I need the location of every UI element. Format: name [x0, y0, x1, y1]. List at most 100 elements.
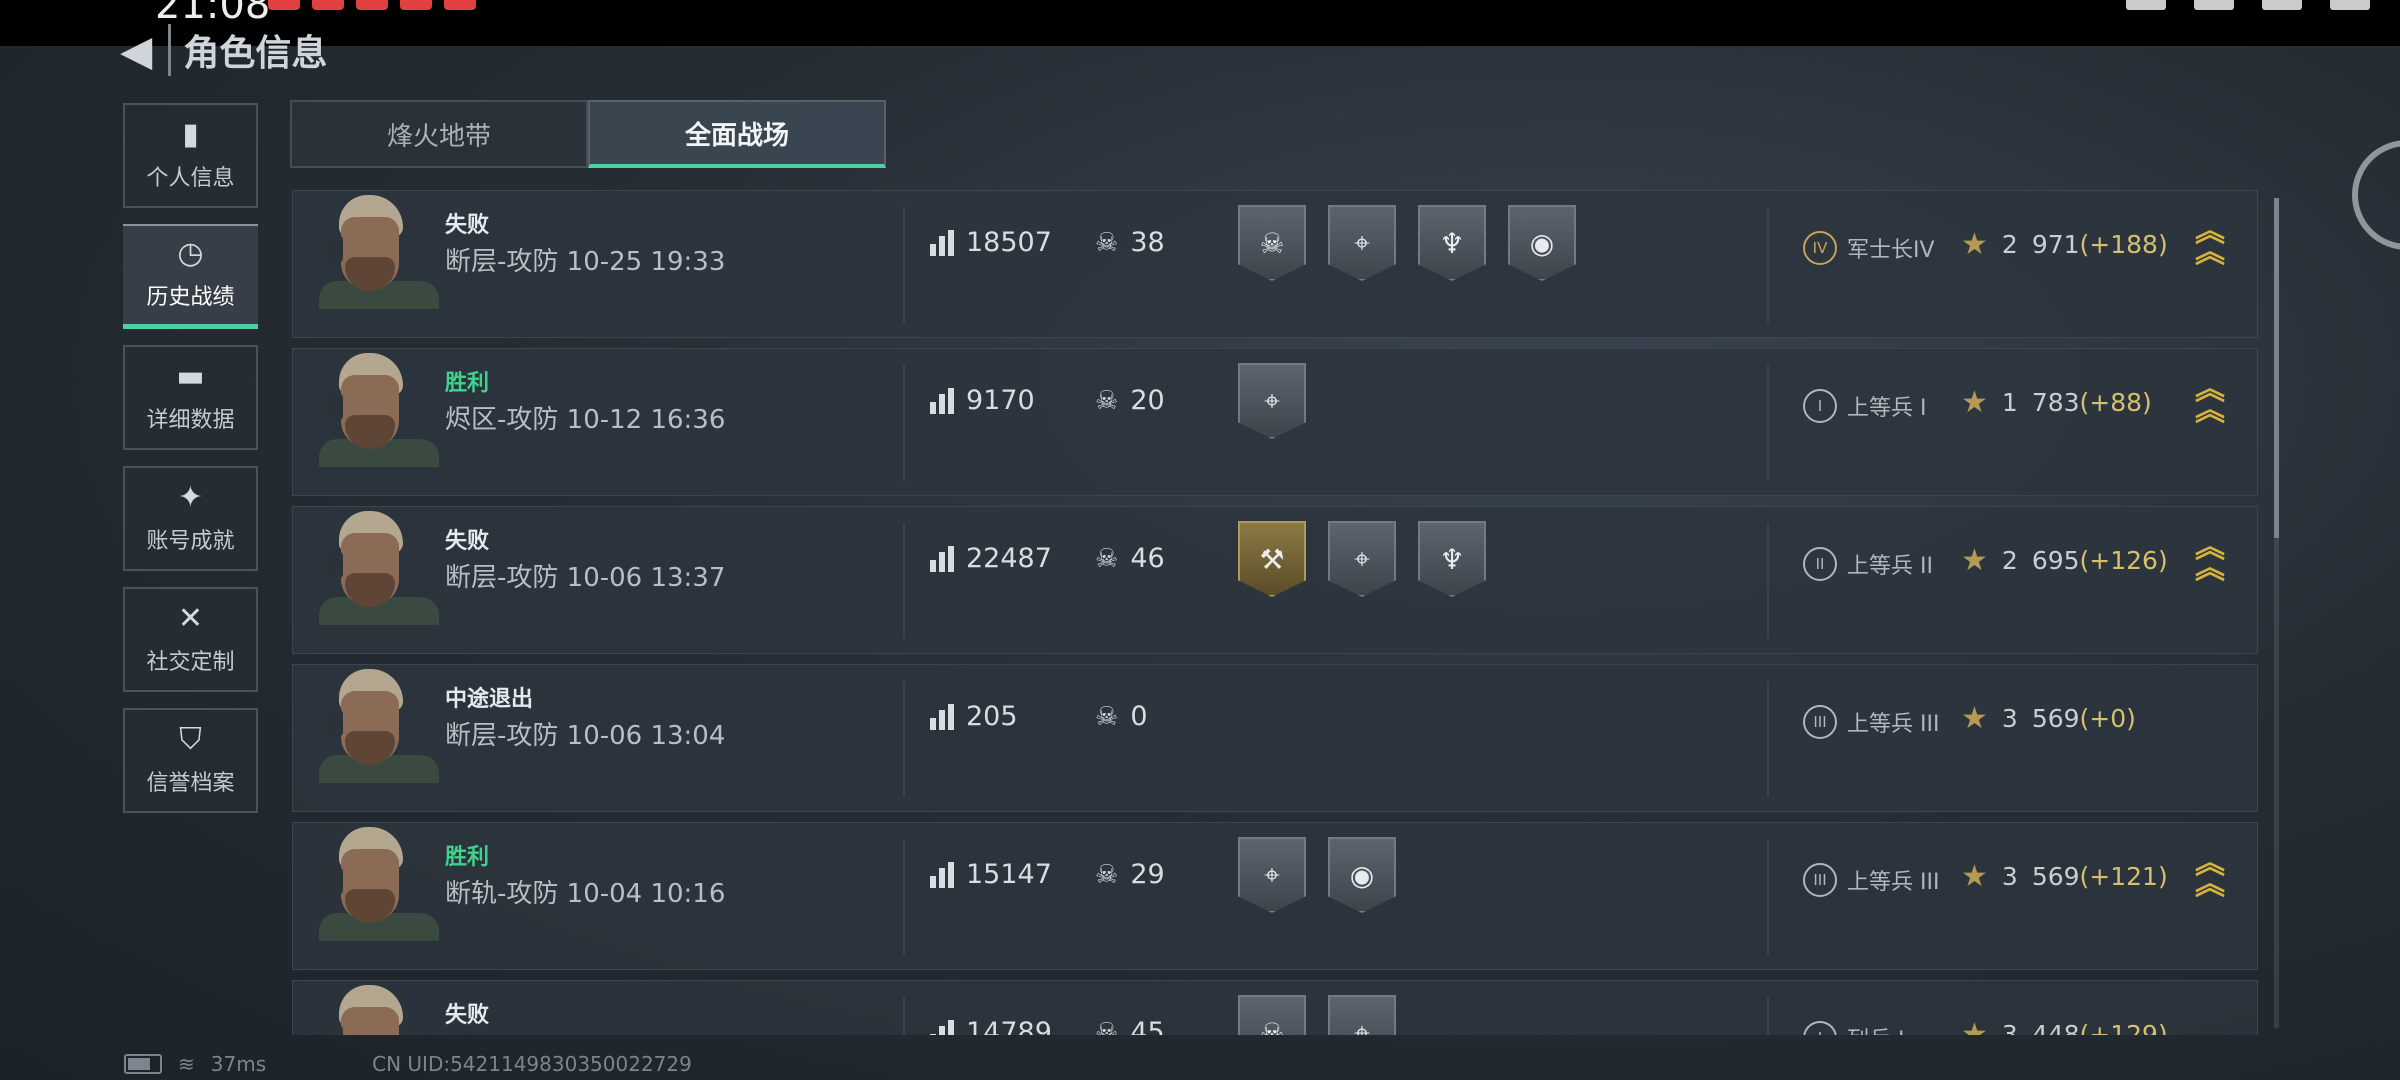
rifle-medal-icon[interactable]: ⌖: [1328, 521, 1396, 597]
medal-list: ⚒ ⌖ ♆: [1238, 521, 1486, 597]
row-divider: [903, 839, 905, 955]
score-bars-icon: [930, 1019, 954, 1035]
rifle-medal-icon[interactable]: ⌖: [1238, 837, 1306, 913]
score-bars-icon: [930, 545, 954, 572]
match-map-time: 烬区-攻防 10-12 16:36: [445, 405, 726, 435]
rank-points: ★ 3 569(+0): [1961, 701, 2136, 736]
tab-1[interactable]: 全面战场: [588, 100, 886, 168]
rank-badge-icon: III: [1803, 863, 1837, 897]
match-row[interactable]: 失败14789☠45☠⌖I列兵 I★3448(+129): [292, 980, 2258, 1035]
star-icon: ★: [1961, 701, 1988, 736]
score-bars-icon: [930, 861, 954, 888]
points-delta: (+188): [2079, 230, 2168, 259]
sidebar-item-2[interactable]: ▬ 详细数据: [123, 345, 258, 450]
achievement-icon: ✦: [177, 479, 204, 515]
star-count: 2: [2001, 230, 2018, 259]
rank-up-chevron-icon: ︽ ︽: [2195, 846, 2225, 902]
rifle-medal-icon[interactable]: ⌖: [1238, 363, 1306, 439]
kills-value: 29: [1130, 859, 1165, 890]
sidebar-item-5[interactable]: ⛉ 信誉档案: [123, 708, 258, 813]
skull-icon: ☠: [1095, 1017, 1119, 1036]
kills-value: 38: [1130, 227, 1165, 258]
match-kills: ☠ 45: [1095, 1017, 1165, 1035]
kills-value: 46: [1130, 543, 1165, 574]
match-row[interactable]: 失败 断层-攻防 10-06 13:37 22487 ☠ 46 ⚒ ⌖ ♆ II 上等兵 II ★ 2…: [292, 506, 2258, 654]
rank-info: I 列兵 I: [1803, 1021, 1904, 1035]
rank-badge-icon: I: [1803, 1021, 1837, 1035]
medal-list: ⌖ ◉: [1238, 837, 1396, 913]
row-divider: [1767, 681, 1769, 797]
skull-wings-medal-icon[interactable]: ♆: [1418, 521, 1486, 597]
sidebar-item-3[interactable]: ✦ 账号成就: [123, 466, 258, 571]
sidebar-item-label: 社交定制: [146, 649, 235, 675]
mode-tabs: 烽火地带 全面战场: [290, 100, 886, 168]
row-divider: [1767, 997, 1769, 1035]
page-header: ◀ 角色信息: [120, 20, 327, 80]
tab-0[interactable]: 烽火地带: [290, 100, 588, 168]
sidebar-item-0[interactable]: ▮ 个人信息: [123, 103, 258, 208]
operator-avatar: [315, 823, 439, 941]
star-count: 1: [2001, 388, 2018, 417]
row-divider: [1767, 207, 1769, 323]
match-map-time: 断轨-攻防 10-04 10:16: [445, 879, 726, 909]
match-map-time: 断层-攻防 10-06 13:04: [445, 721, 726, 751]
match-result: 中途退出: [445, 687, 534, 712]
rank-badge-icon: IV: [1803, 231, 1837, 265]
star-count: 3: [2001, 1020, 2018, 1035]
rank-name: 上等兵 III: [1847, 870, 1940, 895]
points-delta: (+129): [2079, 1020, 2168, 1035]
rank-badge-icon: I: [1803, 389, 1837, 423]
match-score: 22487: [930, 543, 1052, 574]
rank-badge-icon: III: [1803, 705, 1837, 739]
rank-info: II 上等兵 II: [1803, 547, 1933, 581]
uid-text: CN UID:5421149830350022729: [372, 1052, 692, 1076]
gold-axes-medal-icon[interactable]: ⚒: [1238, 521, 1306, 597]
rank-points: ★ 2 695(+126): [1961, 543, 2168, 578]
rank-up-chevron-icon: ︽ ︽: [2195, 214, 2225, 270]
match-row[interactable]: 胜利 断轨-攻防 10-04 10:16 15147 ☠ 29 ⌖ ◉ III 上等兵 III ★…: [292, 822, 2258, 970]
skull-target-medal-icon[interactable]: ☠: [1238, 995, 1306, 1035]
skull-target-medal-icon[interactable]: ☠: [1238, 205, 1306, 281]
match-kills: ☠ 46: [1095, 543, 1165, 574]
points-value: 569: [2031, 704, 2080, 733]
medal-list: ☠ ⌖ ♆ ◉: [1238, 205, 1576, 281]
match-row[interactable]: 胜利 烬区-攻防 10-12 16:36 9170 ☠ 20 ⌖ I 上等兵 I ★ 1 783(+…: [292, 348, 2258, 496]
skull-wings-medal-icon[interactable]: ♆: [1418, 205, 1486, 281]
score-bars-icon: [930, 229, 954, 256]
rifle-medal-icon[interactable]: ⌖: [1328, 205, 1396, 281]
operator-avatar: [315, 349, 439, 467]
sidebar-item-4[interactable]: ✕ 社交定制: [123, 587, 258, 692]
match-kills: ☠ 38: [1095, 227, 1165, 258]
rank-name: 上等兵 I: [1847, 396, 1927, 421]
match-result: 胜利: [445, 845, 490, 870]
skull-icon: ☠: [1095, 227, 1119, 258]
sidebar-item-label: 账号成就: [146, 528, 235, 554]
match-map-time: 断层-攻防 10-06 13:37: [445, 563, 726, 593]
eye-target-medal-icon[interactable]: ◉: [1328, 837, 1396, 913]
row-divider: [903, 523, 905, 639]
match-score: 15147: [930, 859, 1052, 890]
clock-icon: ◷: [177, 236, 204, 271]
scrollbar-thumb[interactable]: [2274, 198, 2279, 538]
match-row[interactable]: 中途退出 断层-攻防 10-06 13:04 205 ☠ 0 III 上等兵 III ★ 3 56…: [292, 664, 2258, 812]
row-divider: [1767, 523, 1769, 639]
rank-name: 上等兵 III: [1847, 712, 1940, 737]
medal-list: ☠ ⌖: [1238, 995, 1396, 1035]
match-row[interactable]: 失败 断层-攻防 10-25 19:33 18507 ☠ 38 ☠ ⌖ ♆ ◉ IV 军士长IV ★ 2…: [292, 190, 2258, 338]
back-arrow-icon[interactable]: ◀: [120, 26, 152, 75]
sidebar: ▮ 个人信息 ◷ 历史战绩 ▬ 详细数据 ✦ 账号成就 ✕ 社交定制 ⛉ 信誉档案: [123, 103, 262, 829]
floating-assistant-button[interactable]: [2352, 140, 2400, 250]
eye-target-medal-icon[interactable]: ◉: [1508, 205, 1576, 281]
match-result: 失败: [445, 213, 490, 238]
score-value: 15147: [966, 859, 1052, 890]
match-score: 18507: [930, 227, 1052, 258]
skull-icon: ☠: [1095, 859, 1119, 890]
rank-points: ★ 2 971(+188): [1961, 227, 2168, 262]
notification-icons: [268, 0, 476, 10]
rifle-medal-icon[interactable]: ⌖: [1328, 995, 1396, 1035]
row-divider: [1767, 365, 1769, 481]
row-divider: [903, 681, 905, 797]
sidebar-item-1[interactable]: ◷ 历史战绩: [123, 224, 258, 329]
tools-icon: ✕: [177, 600, 204, 636]
match-history-list[interactable]: 失败 断层-攻防 10-25 19:33 18507 ☠ 38 ☠ ⌖ ♆ ◉ IV 军士长IV ★ 2…: [292, 190, 2258, 1035]
